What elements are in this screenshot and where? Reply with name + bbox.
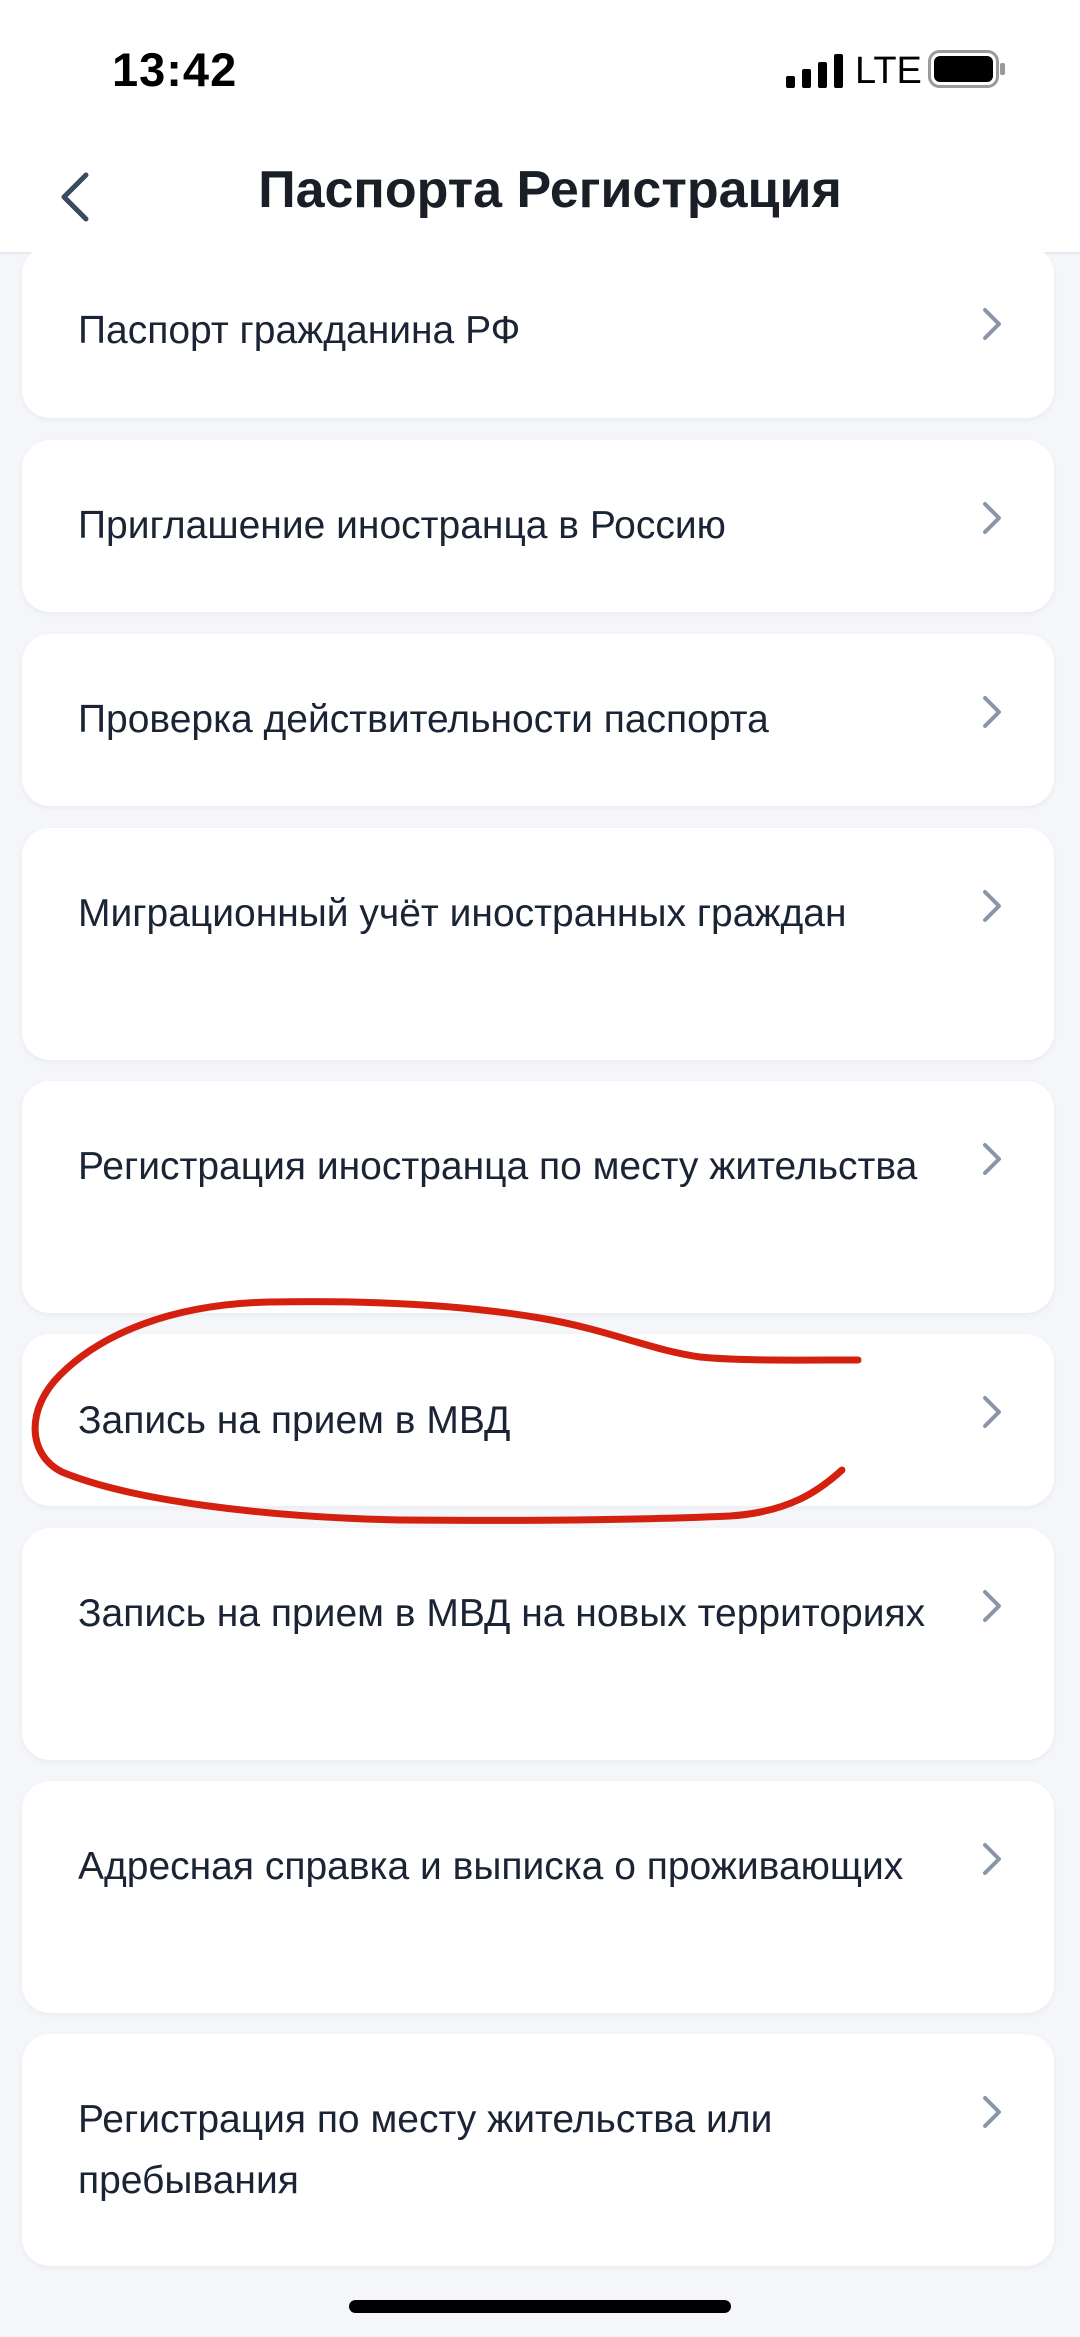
list-item-label: Адресная справка и выписка о проживающих	[78, 1845, 904, 1888]
list-item-invitation[interactable]: Приглашение иностранца в Россию	[22, 440, 1054, 612]
status-bar: 13:42 LTE	[0, 0, 1080, 140]
list-item-mvd-appointment[interactable]: Запись на прием в МВД	[22, 1334, 1054, 1506]
chevron-right-icon	[983, 1396, 1001, 1428]
chevron-right-icon	[983, 890, 1001, 922]
chevron-right-icon	[983, 2096, 1001, 2128]
list-item-passport[interactable]: Паспорт гражданина РФ	[22, 246, 1054, 418]
home-indicator[interactable]	[349, 2300, 731, 2313]
list-item-label: Запись на прием в МВД	[78, 1399, 511, 1442]
list-item-mvd-appointment-new-territories[interactable]: Запись на прием в МВД на новых территори…	[22, 1528, 1054, 1760]
chevron-right-icon	[983, 1590, 1001, 1622]
signal-icon	[786, 54, 843, 88]
list-item-label: Регистрация по месту жительства или преб…	[78, 2098, 773, 2202]
chevron-right-icon	[983, 1843, 1001, 1875]
list-item-address-certificate[interactable]: Адресная справка и выписка о проживающих	[22, 1781, 1054, 2013]
chevron-right-icon	[983, 502, 1001, 534]
page-title: Паспорта Регистрация	[258, 161, 842, 219]
battery-icon	[928, 50, 1005, 88]
chevron-right-icon	[983, 696, 1001, 728]
list-item-label: Регистрация иностранца по месту жительст…	[78, 1145, 918, 1188]
list-item-label: Проверка действительности паспорта	[78, 698, 769, 741]
chevron-right-icon	[983, 1143, 1001, 1175]
list-item-label: Приглашение иностранца в Россию	[78, 504, 726, 547]
list-item-passport-check[interactable]: Проверка действительности паспорта	[22, 634, 1054, 806]
list-item-residence-registration[interactable]: Регистрация по месту жительства или преб…	[22, 2034, 1054, 2266]
header: Паспорта Регистрация	[0, 140, 1080, 254]
list-item-label: Запись на прием в МВД на новых территори…	[78, 1592, 926, 1635]
list-item-migration-registration[interactable]: Миграционный учёт иностранных граждан	[22, 828, 1054, 1060]
chevron-right-icon	[983, 308, 1001, 340]
list-item-label: Миграционный учёт иностранных граждан	[78, 892, 847, 935]
network-type: LTE	[855, 50, 922, 92]
list-item-label: Паспорт гражданина РФ	[78, 309, 521, 352]
list-item-foreigner-registration[interactable]: Регистрация иностранца по месту жительст…	[22, 1081, 1054, 1313]
status-time: 13:42	[112, 43, 238, 96]
